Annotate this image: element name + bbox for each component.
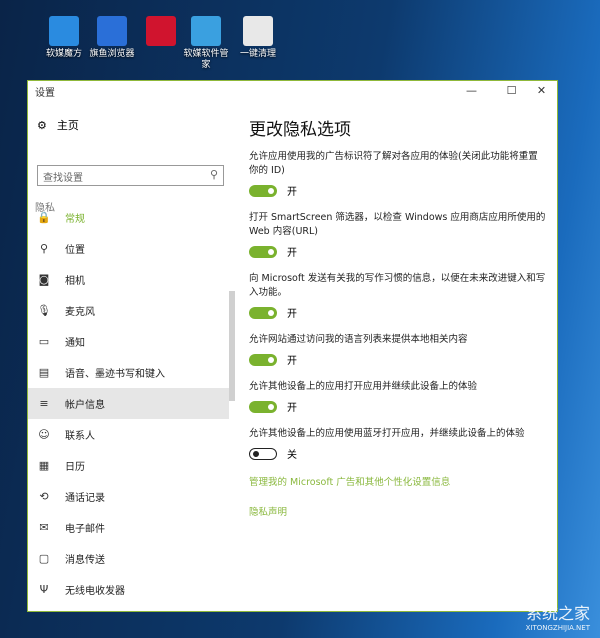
- desktop-icon[interactable]: [137, 16, 185, 49]
- app-icon: [146, 16, 176, 46]
- close-button[interactable]: ✕: [528, 81, 555, 101]
- app-icon: [191, 16, 221, 46]
- minimize-button[interactable]: —: [458, 81, 485, 101]
- sidebar-item[interactable]: 🎙 麦克风: [28, 295, 229, 326]
- sidebar-item-icon: ☺: [38, 428, 50, 441]
- sidebar-item-label: 无线电收发器: [65, 586, 125, 597]
- privacy-statement-link[interactable]: 隐私声明: [249, 504, 547, 518]
- search-input[interactable]: 查找设置 ⚲: [37, 165, 224, 186]
- toggle-state: 关: [287, 450, 297, 461]
- sidebar-item-icon: ▦: [38, 459, 50, 472]
- sidebar: ⚙ 主页 查找设置 ⚲ 隐私 🔒 常规 ⚲ 位置 ◙ 相机 🎙 麦克风 ▭ 通知 ▤ 语音、墨迹书写和键入…: [28, 101, 236, 611]
- toggle-state: 开: [287, 403, 297, 414]
- window-title: 设置: [35, 87, 55, 99]
- desktop-icon[interactable]: 一键清理: [234, 16, 282, 60]
- app-icon: [243, 16, 273, 46]
- option-text: 允许其他设备上的应用使用蓝牙打开应用，并继续此设备上的体验: [249, 428, 525, 439]
- desktop-icon-label: 软媒软件管家: [183, 49, 229, 70]
- option-text: 允许其他设备上的应用打开应用并继续此设备上的体验: [249, 381, 478, 392]
- desktop-icon-label: 软媒魔方: [45, 49, 82, 59]
- watermark: 系统之家 XITONGZHIJIA.NET: [525, 604, 590, 632]
- privacy-option: 允许其他设备上的应用使用蓝牙打开应用，并继续此设备上的体验关: [249, 427, 547, 461]
- sidebar-item-label: 帐户信息: [65, 400, 105, 411]
- sidebar-item[interactable]: ▭ 通知: [28, 326, 229, 357]
- sidebar-item-icon: ≡: [39, 397, 49, 410]
- desktop-icon[interactable]: 软媒魔方: [40, 16, 88, 60]
- sidebar-item[interactable]: ▢ 消息传送: [28, 543, 229, 574]
- sidebar-item[interactable]: ▤ 语音、墨迹书写和键入: [28, 357, 229, 388]
- sidebar-item[interactable]: ≡ 帐户信息: [28, 388, 229, 419]
- toggle-switch[interactable]: [249, 447, 277, 460]
- sidebar-item-icon: ⟲: [39, 490, 49, 503]
- desktop-icon[interactable]: 旗鱼浏览器: [88, 16, 136, 60]
- home-label: 主页: [56, 119, 79, 132]
- sidebar-item-label: 位置: [65, 245, 85, 256]
- sidebar-item-label: 通知: [65, 338, 85, 349]
- toggle-switch[interactable]: [249, 306, 277, 319]
- search-placeholder: 查找设置: [43, 173, 83, 184]
- option-text: 允许应用使用我的广告标识符了解对各应用的体验(关闭此功能将重置你的 ID): [249, 151, 538, 176]
- sidebar-item-icon: ⚲: [39, 242, 49, 255]
- sidebar-item-label: 联系人: [65, 431, 95, 442]
- sidebar-item[interactable]: 🔒 常规: [28, 202, 229, 233]
- privacy-option: 向 Microsoft 发送有关我的写作习惯的信息，以便在未来改进键入和写入功能…: [249, 272, 547, 320]
- desktop-icon-label: 旗鱼浏览器: [89, 49, 135, 59]
- sidebar-item-icon: 🎙: [37, 304, 51, 317]
- toggle-switch[interactable]: [249, 353, 277, 366]
- sidebar-item-icon: ▭: [38, 335, 50, 348]
- main-content: 更改隐私选项 允许应用使用我的广告标识符了解对各应用的体验(关闭此功能将重置你的…: [249, 101, 547, 534]
- app-icon: [97, 16, 127, 46]
- privacy-option: 打开 SmartScreen 筛选器，以检查 Windows 应用商店应用所使用…: [249, 211, 547, 259]
- desktop-icon-label: 一键清理: [239, 49, 276, 59]
- sidebar-item-label: 通话记录: [65, 493, 105, 504]
- toggle-switch[interactable]: [249, 245, 277, 258]
- sidebar-item-label: 消息传送: [65, 555, 105, 566]
- sidebar-item-icon: 🔒: [37, 211, 51, 224]
- toggle-switch[interactable]: [249, 400, 277, 413]
- gear-icon: ⚙: [37, 118, 47, 132]
- sidebar-item-label: 相机: [65, 276, 85, 287]
- scrollbar[interactable]: [229, 291, 235, 401]
- search-icon[interactable]: ⚲: [210, 168, 218, 181]
- toggle-state: 开: [287, 187, 297, 198]
- sidebar-item[interactable]: ◙ 相机: [28, 264, 229, 295]
- page-title: 更改隐私选项: [249, 120, 351, 140]
- sidebar-item-icon: ▤: [38, 366, 50, 379]
- option-text: 打开 SmartScreen 筛选器，以检查 Windows 应用商店应用所使用…: [249, 212, 546, 237]
- toggle-state: 开: [287, 309, 297, 320]
- sidebar-item-label: 麦克风: [65, 307, 95, 318]
- sidebar-item-label: 语音、墨迹书写和键入: [65, 369, 165, 380]
- sidebar-item[interactable]: ⟲ 通话记录: [28, 481, 229, 512]
- sidebar-item-icon: ▢: [38, 552, 50, 565]
- home-link[interactable]: ⚙ 主页: [37, 117, 79, 133]
- settings-window: 设置 — ☐ ✕ ⚙ 主页 查找设置 ⚲ 隐私 🔒 常规 ⚲ 位置 ◙ 相机 🎙 麦克风 ▭ 通知 ▤ 语…: [27, 80, 558, 612]
- app-icon: [49, 16, 79, 46]
- option-text: 允许网站通过访问我的语言列表来提供本地相关内容: [249, 334, 468, 345]
- desktop-icon[interactable]: 软媒软件管家: [182, 16, 230, 71]
- toggle-switch[interactable]: [249, 184, 277, 197]
- sidebar-item-label: 常规: [65, 214, 85, 225]
- option-text: 向 Microsoft 发送有关我的写作习惯的信息，以便在未来改进键入和写入功能…: [249, 273, 546, 298]
- sidebar-item[interactable]: ✉ 电子邮件: [28, 512, 229, 543]
- sidebar-item-label: 日历: [65, 462, 85, 473]
- manage-ads-link[interactable]: 管理我的 Microsoft 广告和其他个性化设置信息: [249, 474, 547, 488]
- privacy-option: 允许其他设备上的应用打开应用并继续此设备上的体验开: [249, 380, 547, 414]
- maximize-button[interactable]: ☐: [498, 81, 525, 101]
- sidebar-item-label: 电子邮件: [65, 524, 105, 535]
- sidebar-item-icon: ◙: [38, 273, 50, 286]
- sidebar-item[interactable]: ⚲ 位置: [28, 233, 229, 264]
- sidebar-item[interactable]: ▦ 日历: [28, 450, 229, 481]
- privacy-option: 允许网站通过访问我的语言列表来提供本地相关内容开: [249, 333, 547, 367]
- sidebar-item-icon: ✉: [39, 521, 49, 534]
- toggle-state: 开: [287, 356, 297, 367]
- sidebar-item-icon: Ψ: [39, 583, 49, 596]
- sidebar-item[interactable]: ☺ 联系人: [28, 419, 229, 450]
- toggle-state: 开: [287, 248, 297, 259]
- sidebar-item[interactable]: Ψ 无线电收发器: [28, 574, 229, 605]
- privacy-option: 允许应用使用我的广告标识符了解对各应用的体验(关闭此功能将重置你的 ID) 开: [249, 150, 547, 198]
